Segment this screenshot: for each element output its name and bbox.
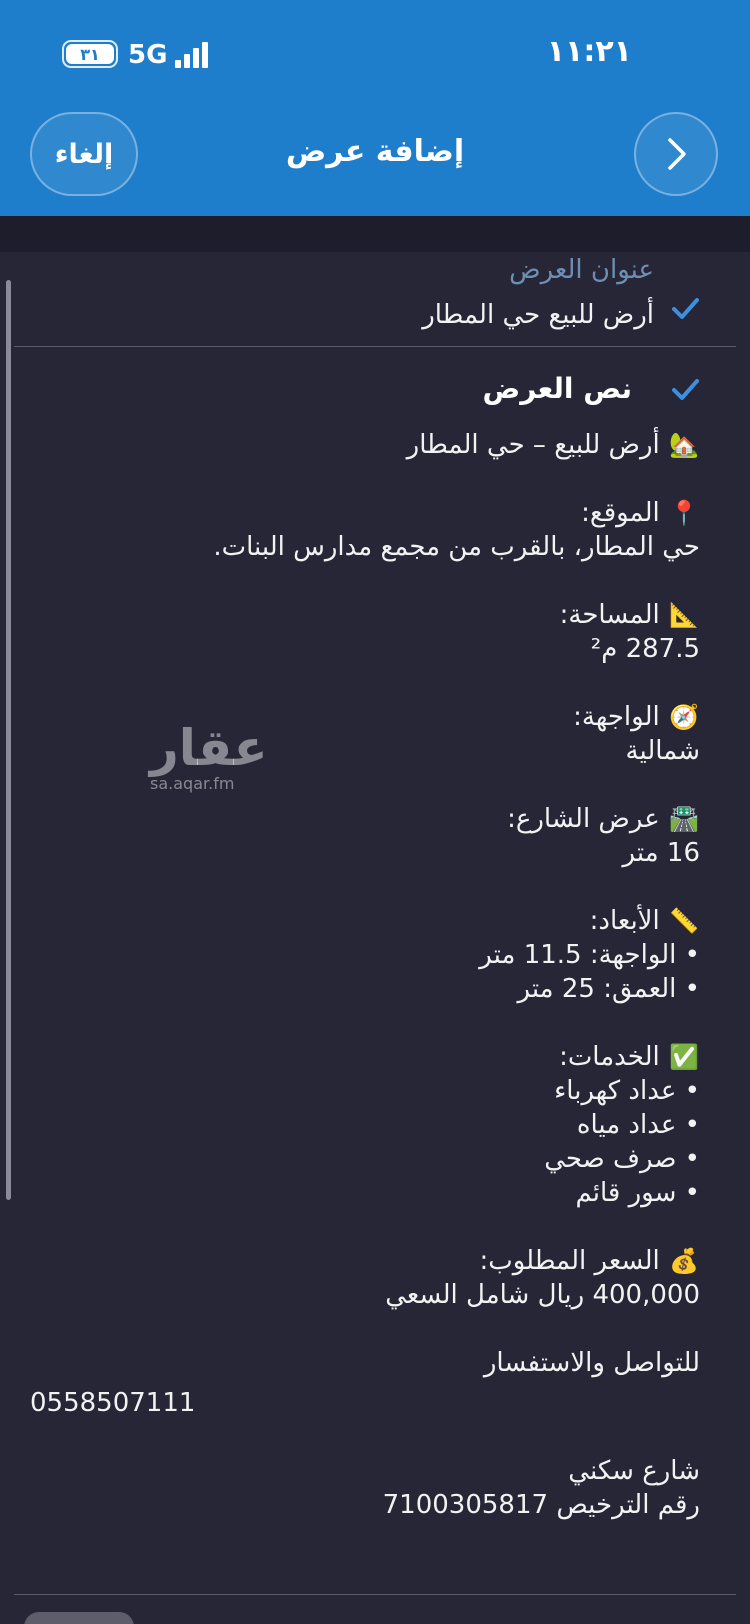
area-value: 287.5 م² [590,634,700,664]
check-box-icon: ✅ [669,1043,699,1071]
list-item: • صرف صحي [544,1144,700,1174]
network-label: 5G [128,40,168,70]
license-number: رقم الترخيص 7100305817 [382,1490,700,1520]
phone-number[interactable]: 0558507111 [30,1386,700,1420]
header-shadow-band [0,216,750,252]
location-label: الموقع: [581,498,660,528]
contact-label: للتواصل والاستفسار [483,1348,700,1378]
facing-label: الواجهة: [573,702,660,732]
list-item: • عداد مياه [576,1110,700,1140]
list-item: • عداد كهرباء [554,1076,700,1106]
money-bag-icon: 💰 [669,1247,699,1275]
street-name: شارع سكني [568,1456,700,1486]
street-label: عرض الشارع: [507,804,660,834]
road-icon: 🛣️ [669,805,699,833]
facing-value: شمالية [625,736,700,766]
pin-icon: 📍 [669,499,699,527]
triangle-ruler-icon: 📐 [669,601,699,629]
facing-block: 🧭 الواجهة: شمالية [30,700,700,768]
license-block: شارع سكني رقم الترخيص 7100305817 [30,1454,700,1522]
intro-line: 🏡 أرض للبيع – حي المطار [30,428,700,462]
price-label: السعر المطلوب: [479,1246,660,1276]
location-value: حي المطار، بالقرب من مجمع مدارس البنات. [213,532,700,562]
street-value: 16 متر [622,838,700,868]
scrollbar[interactable] [6,280,11,1200]
aqar-watermark-logo: عقار sa.aqar.fm [150,720,268,793]
offer-body-label: نص العرض [482,372,632,405]
list-item: • الواجهة: 11.5 متر [479,940,700,970]
divider [14,346,736,347]
dimensions-block: 📏 الأبعاد: • الواجهة: 11.5 متر • العمق: … [30,904,700,1006]
offer-title-label: عنوان العرض [509,255,654,285]
ruler-icon: 📏 [669,907,699,935]
checkmark-icon [670,293,700,323]
intro-text: أرض للبيع – حي المطار [406,430,660,460]
signal-icon [175,42,215,68]
house-icon: 🏡 [669,431,699,459]
offer-title-value[interactable]: أرض للبيع حي المطار [422,300,654,330]
area-block: 📐 المساحة: 287.5 م² [30,598,700,666]
toggle-switch[interactable] [24,1612,134,1624]
header-bar: ١١:٢١ 5G ٣١ إضافة عرض إلغاء [0,0,750,216]
location-block: 📍 الموقع: حي المطار، بالقرب من مجمع مدار… [30,496,700,564]
area-label: المساحة: [559,600,660,630]
status-time: ١١:٢١ [546,34,632,69]
street-block: 🛣️ عرض الشارع: 16 متر [30,802,700,870]
checkmark-icon [670,374,700,404]
services-label: الخدمات: [559,1042,660,1072]
list-item: • العمق: 25 متر [517,974,700,1004]
services-block: ✅ الخدمات: • عداد كهرباء • عداد مياه • ص… [30,1040,700,1210]
price-value: 400,000 ريال شامل السعي [385,1280,700,1310]
price-block: 💰 السعر المطلوب: 400,000 ريال شامل السعي [30,1244,700,1312]
offer-body-text[interactable]: 🏡 أرض للبيع – حي المطار 📍 الموقع: حي الم… [30,428,700,1522]
dimensions-label: الأبعاد: [589,906,660,936]
battery-icon: ٣١ [62,40,118,68]
divider [14,1594,736,1595]
battery-level: ٣١ [66,44,114,64]
list-item: • سور قائم [575,1178,700,1208]
cancel-button[interactable]: إلغاء [30,112,138,196]
compass-icon: 🧭 [669,703,699,731]
contact-block: للتواصل والاستفسار 0558507111 [30,1346,700,1420]
watermark-logo-text: عقار [150,719,268,777]
